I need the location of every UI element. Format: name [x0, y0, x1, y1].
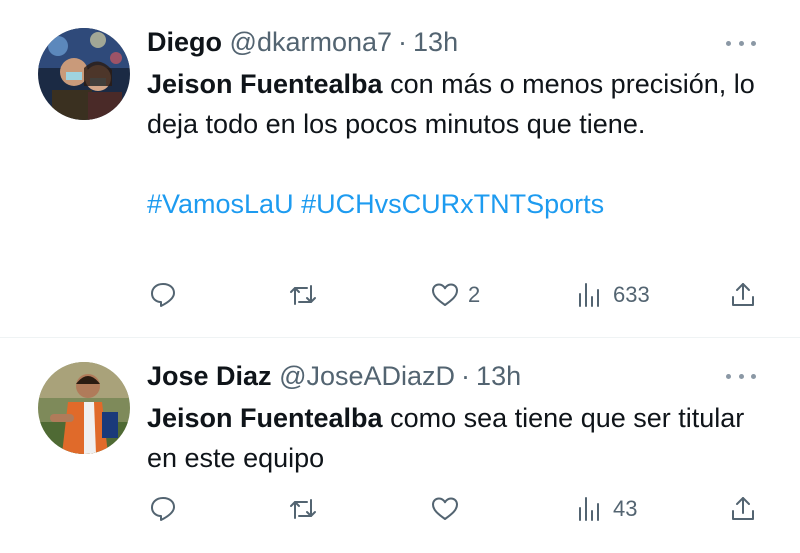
tweet[interactable]: Jose Diaz @JoseADiazD · 13h Jeison Fuentea…	[0, 338, 800, 553]
heart-icon	[432, 497, 458, 520]
hashtag-link[interactable]: #UCHvsCURxTNTSports	[301, 189, 604, 219]
separator-dot: ·	[461, 361, 471, 391]
views-chart-icon	[579, 283, 599, 307]
tweet-text: Jeison Fuentealba como sea tiene que ser…	[147, 398, 777, 478]
share-button[interactable]	[728, 278, 758, 312]
author-handle[interactable]: @JoseADiazD	[279, 361, 455, 391]
author-name[interactable]: Diego	[147, 27, 222, 57]
views-chart-icon	[579, 497, 599, 521]
like-count: 2	[468, 282, 481, 307]
author-name[interactable]: Jose Diaz	[147, 361, 272, 391]
reply-icon	[151, 283, 175, 307]
tweet-actions: 2 633	[0, 278, 800, 312]
views-button[interactable]: 43	[575, 492, 637, 526]
retweet-button[interactable]	[288, 492, 326, 526]
timestamp[interactable]: 13h	[413, 27, 458, 57]
more-dots-icon[interactable]	[726, 38, 756, 48]
reply-button[interactable]	[148, 278, 186, 312]
views-button[interactable]: 633	[575, 278, 650, 312]
tweet-header: Jose Diaz @JoseADiazD · 13h	[147, 360, 521, 392]
retweet-icon	[290, 499, 316, 519]
avatar[interactable]	[38, 362, 130, 454]
hashtag-line: #VamosLaU #UCHvsCURxTNTSports	[147, 184, 777, 224]
share-icon	[732, 283, 754, 306]
avatar[interactable]	[38, 28, 130, 120]
hashtag-link[interactable]: #VamosLaU	[147, 189, 294, 219]
retweet-icon	[290, 285, 316, 305]
mention-text: Jeison Fuentealba	[147, 69, 383, 99]
retweet-button[interactable]	[288, 278, 326, 312]
like-button[interactable]: 2	[430, 278, 480, 312]
tweet-actions: 43	[0, 492, 800, 526]
reply-button[interactable]	[148, 492, 186, 526]
view-count: 633	[613, 282, 650, 307]
avatar-photo	[38, 362, 130, 454]
mention-text: Jeison Fuentealba	[147, 403, 383, 433]
tweet[interactable]: Diego @dkarmona7 · 13h Jeison Fuentealba c…	[0, 0, 800, 338]
tweet-header: Diego @dkarmona7 · 13h	[147, 26, 458, 58]
timestamp[interactable]: 13h	[476, 361, 521, 391]
share-icon	[732, 497, 754, 520]
reply-icon	[151, 497, 175, 521]
heart-icon	[432, 283, 458, 306]
like-button[interactable]	[430, 492, 468, 526]
author-handle[interactable]: @dkarmona7	[230, 27, 393, 57]
avatar-photo	[38, 28, 130, 120]
view-count: 43	[613, 496, 638, 521]
share-button[interactable]	[728, 492, 758, 526]
separator-dot: ·	[398, 27, 408, 57]
tweet-text: Jeison Fuentealba con más o menos precis…	[147, 64, 777, 224]
more-dots-icon[interactable]	[726, 371, 756, 381]
